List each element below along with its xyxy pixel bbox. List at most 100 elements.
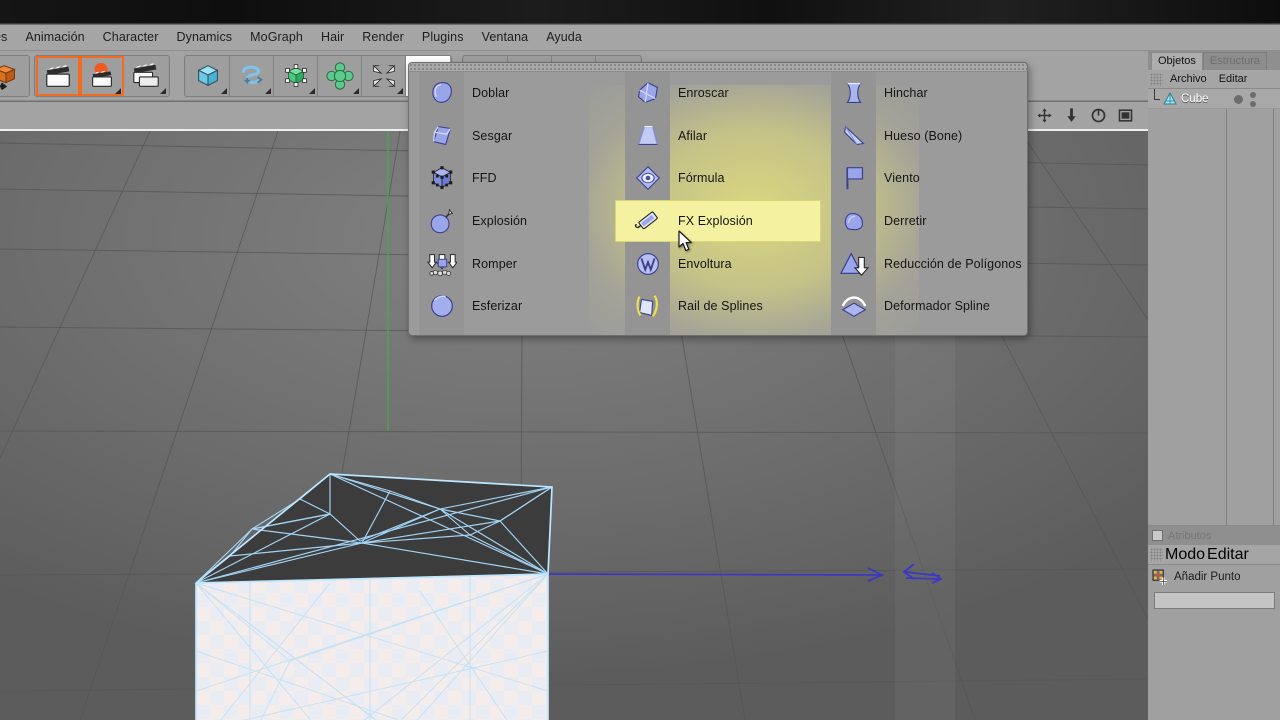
attr-menu-editar[interactable]: Editar bbox=[1207, 546, 1249, 564]
menu-item-label: Derretir bbox=[884, 214, 927, 229]
menu-item-hueso-bone[interactable]: Hueso (Bone) bbox=[821, 115, 1027, 158]
menu-item-viento[interactable]: Viento bbox=[821, 157, 1027, 200]
mograph-icon bbox=[325, 61, 354, 90]
render-region-icon bbox=[91, 62, 112, 87]
menu-item-reduccion-de-poligonos[interactable]: Reducción de Polígonos bbox=[821, 242, 1027, 285]
menu-item-mograph[interactable]: MoGraph bbox=[241, 27, 312, 48]
menu-item-label: FFD bbox=[472, 171, 497, 186]
menu-item-label: Hinchar bbox=[884, 86, 928, 101]
toolbar-button-deformer[interactable] bbox=[362, 55, 406, 96]
object-name: Cube bbox=[1181, 92, 1209, 105]
explosionfx-deformer-icon bbox=[634, 211, 658, 230]
spline-deformer-icon bbox=[841, 296, 866, 318]
render-visibility-dot-off[interactable] bbox=[1250, 101, 1256, 107]
visibility-dots[interactable] bbox=[1234, 92, 1256, 107]
menu-item-romper[interactable]: Romper bbox=[409, 242, 615, 285]
polygon-object-icon bbox=[1163, 91, 1177, 104]
menu-item-doblar[interactable]: Doblar bbox=[409, 72, 615, 115]
attributes-title: Atributos bbox=[1168, 529, 1212, 542]
add-point-icon bbox=[1152, 568, 1168, 585]
objmgr-menu-editar[interactable]: Editar bbox=[1214, 72, 1253, 86]
list-item[interactable]: Añadir Punto bbox=[1148, 565, 1280, 589]
explosion-deformer-icon bbox=[430, 208, 453, 234]
menu-item-hinchar[interactable]: Hinchar bbox=[821, 72, 1027, 115]
menu-item-es[interactable]: es bbox=[0, 27, 16, 48]
panel-drag-handle[interactable] bbox=[1150, 548, 1163, 561]
twist-deformer-icon bbox=[637, 82, 658, 104]
object-manager-tabs: Objetos Estructura bbox=[1148, 51, 1280, 70]
toolbar-button-mograph[interactable] bbox=[318, 55, 362, 96]
object-manager-list[interactable]: Cube bbox=[1148, 88, 1280, 526]
menu-item-fx-explosion[interactable]: FX Explosión bbox=[615, 199, 821, 243]
attributes-body: Añadir Punto bbox=[1148, 565, 1280, 609]
menu-item-explosion[interactable]: Explosión bbox=[409, 200, 615, 243]
menu-item-ventana[interactable]: Ventana bbox=[473, 27, 538, 48]
attributes-icon[interactable] bbox=[1152, 530, 1163, 541]
deformers-dropdown-menu[interactable]: Doblar Sesgar FFD Explosión Romper Esfer… bbox=[408, 62, 1028, 336]
menu-item-derretir[interactable]: Derretir bbox=[821, 200, 1027, 243]
shatter-deformer-icon bbox=[426, 253, 457, 276]
scale-camera-icon[interactable] bbox=[1063, 107, 1080, 124]
menu-item-label: Fórmula bbox=[678, 171, 725, 186]
cinema4d-window: es Animación Character Dynamics MoGraph … bbox=[0, 0, 1280, 720]
spline-icon bbox=[241, 65, 263, 84]
menu-item-formula[interactable]: Fórmula bbox=[615, 157, 821, 200]
menu-item-rail-de-splines[interactable]: Rail de Splines bbox=[615, 285, 821, 328]
menu-item-enroscar[interactable]: Enroscar bbox=[615, 72, 821, 115]
menu-item-label: Viento bbox=[884, 171, 920, 186]
menu-item-afilar[interactable]: Afilar bbox=[615, 115, 821, 158]
menu-item-sesgar[interactable]: Sesgar bbox=[409, 115, 615, 158]
panel-drag-handle[interactable] bbox=[1150, 72, 1163, 86]
move-camera-icon[interactable] bbox=[1036, 107, 1053, 124]
render-view-icon bbox=[45, 64, 70, 87]
editor-visibility-dot[interactable] bbox=[1234, 95, 1243, 104]
toolbar-button-render-region[interactable] bbox=[80, 55, 124, 96]
tab-objetos[interactable]: Objetos bbox=[1151, 52, 1203, 70]
menu-item-plugins[interactable]: Plugins bbox=[413, 27, 473, 48]
toolbar-button-render-view[interactable] bbox=[36, 55, 80, 96]
rotate-camera-icon[interactable] bbox=[1090, 107, 1107, 124]
menu-item-esferizar[interactable]: Esferizar bbox=[409, 285, 615, 328]
toolbar-button-cube-primitive[interactable] bbox=[186, 55, 230, 96]
toolbar-button-undo[interactable] bbox=[0, 55, 28, 96]
menu-item-label: Deformador Spline bbox=[884, 299, 990, 314]
menu-item-label: Hueso (Bone) bbox=[884, 128, 963, 143]
menu-column-2: Enroscar Afilar Fórmula FX Explosión Env… bbox=[615, 72, 821, 335]
toolbar-corner-marker bbox=[397, 87, 403, 94]
menu-item-ayuda[interactable]: Ayuda bbox=[537, 27, 591, 48]
menu-item-label: Explosión bbox=[472, 214, 528, 229]
toolbar-corner-marker bbox=[221, 87, 227, 94]
ffd-deformer-icon bbox=[431, 166, 452, 190]
menu-item-animacion[interactable]: Animación bbox=[16, 27, 93, 48]
spherify-deformer-icon bbox=[430, 295, 453, 318]
menu-item-render[interactable]: Render bbox=[353, 27, 413, 48]
toolbar-button-spline[interactable] bbox=[230, 55, 274, 96]
menu-item-deformador-spline[interactable]: Deformador Spline bbox=[821, 285, 1027, 328]
attr-menu-modo[interactable]: Modo bbox=[1165, 546, 1205, 564]
objmgr-menu-archivo[interactable]: Archivo bbox=[1165, 72, 1212, 86]
bend-deformer-icon bbox=[431, 82, 452, 104]
wind-deformer-icon bbox=[845, 167, 863, 190]
toolbar-corner-marker bbox=[353, 87, 359, 94]
toolbar-corner-marker bbox=[265, 87, 271, 94]
menu-item-envoltura[interactable]: Envoltura bbox=[615, 242, 821, 285]
melt-deformer-icon bbox=[844, 213, 863, 231]
menu-drag-handle[interactable] bbox=[409, 63, 1027, 72]
render-visibility-dot-on[interactable] bbox=[1250, 92, 1256, 98]
menu-item-dynamics[interactable]: Dynamics bbox=[167, 27, 241, 48]
table-row[interactable]: Cube bbox=[1148, 88, 1280, 109]
toolbar-button-render-settings[interactable] bbox=[124, 55, 168, 96]
attribute-input-field[interactable] bbox=[1154, 592, 1275, 609]
menu-item-label: Sesgar bbox=[472, 128, 513, 143]
menu-item-character[interactable]: Character bbox=[94, 27, 168, 48]
menu-column-3: Hinchar Hueso (Bone) Viento Derretir Red… bbox=[821, 72, 1027, 335]
video-letterbox-top bbox=[0, 0, 1280, 24]
menu-item-ffd[interactable]: FFD bbox=[409, 157, 615, 200]
maximize-view-icon[interactable] bbox=[1117, 107, 1134, 124]
toolbar-button-nurbs[interactable] bbox=[274, 55, 318, 96]
menu-item-label: Reducción de Polígonos bbox=[884, 256, 1022, 271]
bulge-deformer-icon bbox=[845, 83, 862, 104]
taper-deformer-icon bbox=[637, 125, 658, 145]
menu-item-hair[interactable]: Hair bbox=[312, 27, 353, 48]
tab-estructura[interactable]: Estructura bbox=[1202, 52, 1268, 70]
